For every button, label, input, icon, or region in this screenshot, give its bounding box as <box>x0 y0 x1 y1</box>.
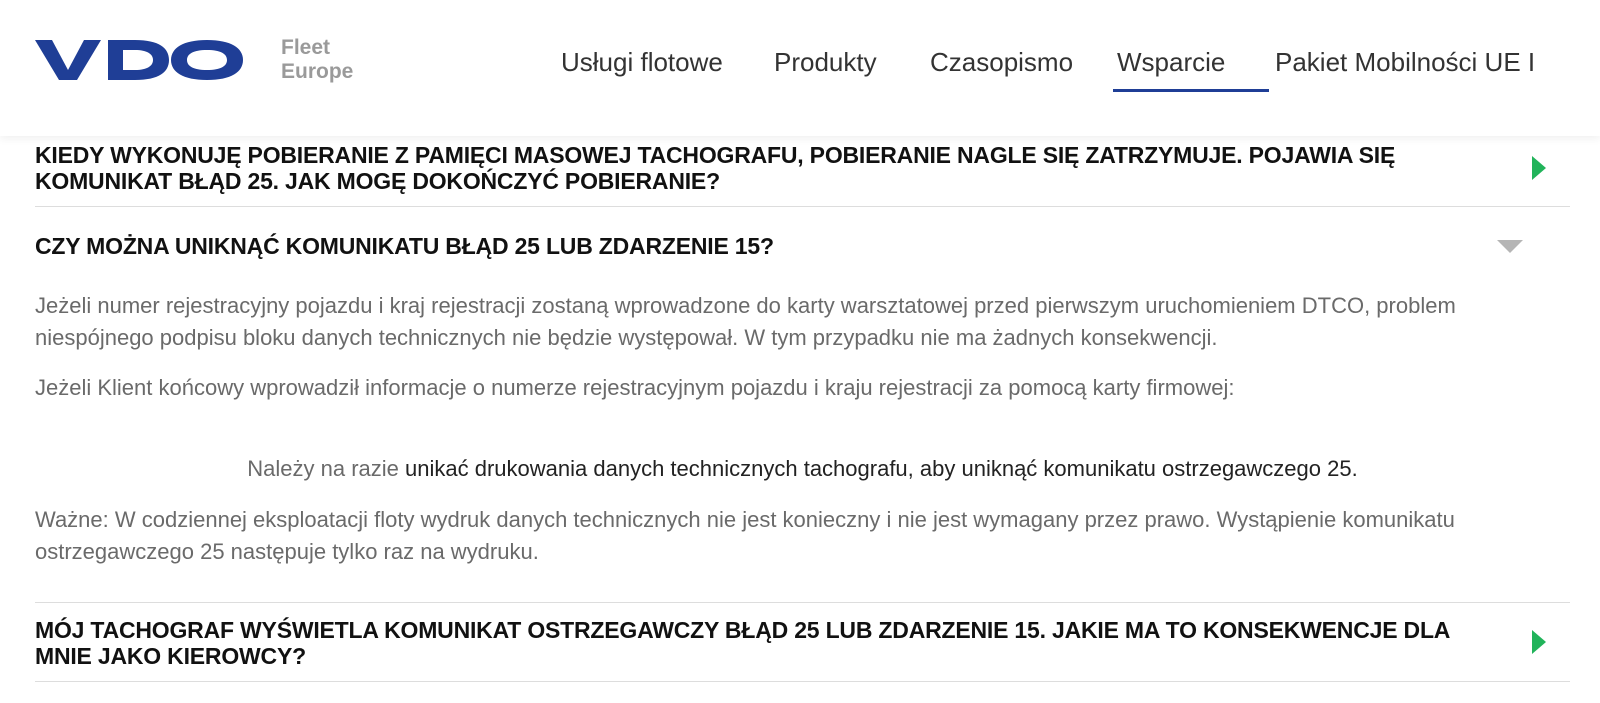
site-header: Fleet Europe Usługi flotowe Produkty Cza… <box>0 0 1600 136</box>
faq-item[interactable]: MÓJ TACHOGRAF WYŚWIETLA KOMUNIKAT OSTRZE… <box>35 603 1570 681</box>
vdo-logo[interactable] <box>35 38 245 82</box>
nav-item-czasopismo[interactable]: Czasopismo <box>930 46 1073 78</box>
faq-question[interactable]: MÓJ TACHOGRAF WYŚWIETLA KOMUNIKAT OSTRZE… <box>35 617 1465 669</box>
collapse-arrow-icon[interactable] <box>1497 240 1523 253</box>
active-nav-underline <box>1113 89 1269 92</box>
answer-paragraph-1: Jeżeli numer rejestracyjny pojazdu i kra… <box>35 293 1456 350</box>
nav-item-produkty[interactable]: Produkty <box>774 46 877 78</box>
expand-arrow-icon[interactable] <box>1532 156 1546 180</box>
faq-item-expanded: CZY MOŻNA UNIKNĄĆ KOMUNIKATU BŁĄD 25 LUB… <box>35 207 1570 602</box>
answer-paragraph-2: Jeżeli Klient końcowy wprowadził informa… <box>35 375 1235 400</box>
nav-item-pakiet-mobilnosci[interactable]: Pakiet Mobilności UE I <box>1275 46 1535 78</box>
callout-prefix: Należy na razie <box>247 456 406 481</box>
faq-question[interactable]: CZY MOŻNA UNIKNĄĆ KOMUNIKATU BŁĄD 25 LUB… <box>35 233 1465 259</box>
answer-callout: Należy na razie unikać drukowania danych… <box>35 453 1570 485</box>
answer-paragraph-3: Ważne: W codziennej eksploatacji floty w… <box>35 507 1455 564</box>
callout-emphasis: unikać drukowania danych technicznych ta… <box>405 456 1358 481</box>
fleet-europe-label: Fleet Europe <box>281 36 353 84</box>
expand-arrow-icon[interactable] <box>1532 630 1546 654</box>
faq-item[interactable]: KIEDY WYKONUJĘ POBIERANIE Z PAMIĘCI MASO… <box>35 136 1570 206</box>
brand-subline-1: Fleet <box>281 36 331 59</box>
nav-item-uslugi-flotowe[interactable]: Usługi flotowe <box>561 46 723 78</box>
faq-divider <box>35 681 1570 682</box>
brand-subline-2: Europe <box>281 60 354 83</box>
nav-item-wsparcie[interactable]: Wsparcie <box>1117 46 1225 78</box>
faq-question[interactable]: KIEDY WYKONUJĘ POBIERANIE Z PAMIĘCI MASO… <box>35 142 1465 194</box>
